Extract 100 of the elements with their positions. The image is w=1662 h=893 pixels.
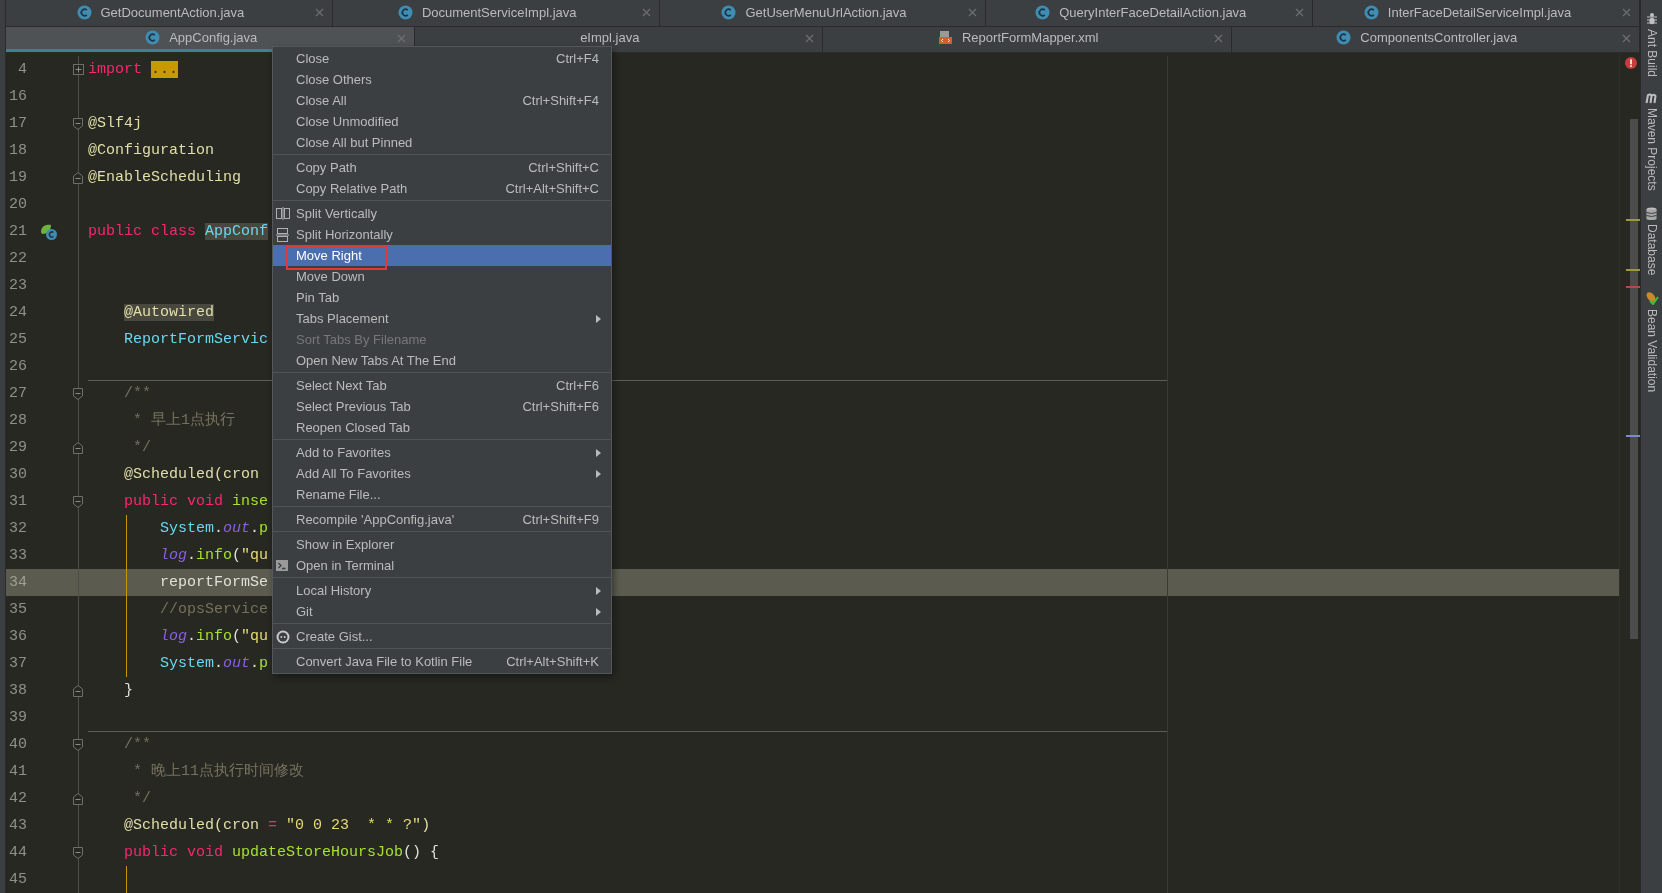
scroll-marker[interactable] [1626, 435, 1640, 437]
menu-item[interactable]: Rename File... [273, 484, 611, 505]
menu-item[interactable]: Move Down [273, 266, 611, 287]
close-icon[interactable] [1622, 8, 1631, 18]
line-number: 33 [8, 546, 28, 566]
code-line: log.info("qu [159, 626, 269, 647]
scrollbar-thumb[interactable] [1630, 119, 1638, 639]
xml-file-icon [937, 29, 953, 45]
menu-item[interactable]: Open in Terminal [273, 555, 611, 576]
code-line: public void updateStoreHoursJob() { [123, 842, 440, 863]
menu-item[interactable]: Close Unmodified [273, 111, 611, 132]
close-icon[interactable] [1213, 33, 1223, 43]
menu-item[interactable]: Convert Java File to Kotlin File Ctrl+Alt+Shift+K [273, 651, 611, 672]
close-icon[interactable] [314, 8, 324, 18]
fold-start-icon[interactable] [71, 737, 85, 752]
menu-item[interactable]: Create Gist... [273, 626, 611, 647]
fold-end-icon[interactable] [71, 170, 85, 185]
line-number: 43 [8, 816, 28, 836]
menu-item[interactable]: Select Next Tab Ctrl+F6 [273, 375, 611, 396]
menu-item[interactable]: Copy Relative Path Ctrl+Alt+Shift+C [273, 178, 611, 199]
menu-item[interactable]: Move Right [273, 245, 611, 266]
editor-tab[interactable]: GetDocumentAction.java [6, 0, 333, 26]
menu-item[interactable]: Select Previous Tab Ctrl+Shift+F6 [273, 396, 611, 417]
editor-tab[interactable]: InterFaceDetailServiceImpl.java [1313, 0, 1640, 26]
menu-item[interactable]: Add All To Favorites [273, 463, 611, 484]
class-icon [721, 5, 737, 21]
menu-item[interactable]: Git [273, 601, 611, 622]
line-number: 29 [8, 438, 28, 458]
menu-item[interactable]: Split Vertically [273, 203, 611, 224]
code-line: @Slf4j [88, 113, 142, 134]
fold-end-icon[interactable] [71, 683, 85, 698]
close-icon[interactable] [805, 33, 814, 43]
expand-icon[interactable] [71, 62, 85, 77]
tool-window-button[interactable]: Bean Validation [1644, 291, 1659, 393]
line-number: 32 [8, 519, 28, 539]
menu-item[interactable]: Tabs Placement [273, 308, 611, 329]
line-number: 28 [8, 411, 28, 431]
code-line: } [123, 680, 134, 701]
line-number: 42 [8, 789, 28, 809]
code-line: public class AppConf [88, 221, 269, 242]
close-icon[interactable] [1295, 8, 1305, 18]
close-icon[interactable] [968, 8, 978, 18]
bean-class-icon[interactable] [39, 222, 59, 241]
code-line: * 早上1点执行 [132, 410, 236, 431]
menu-item[interactable]: Reopen Closed Tab [273, 417, 611, 438]
tool-window-button[interactable]: Database [1644, 206, 1659, 276]
line-number: 4 [17, 60, 28, 80]
code-line: //opsService [159, 599, 269, 620]
editor-tab[interactable]: ReportFormMapper.xml [823, 26, 1232, 52]
line-number: 23 [8, 276, 28, 296]
m-icon [1644, 93, 1659, 105]
fold-end-icon[interactable] [71, 440, 85, 455]
fold-start-icon[interactable] [71, 116, 85, 131]
line-number: 39 [8, 708, 28, 728]
fold-start-icon[interactable] [71, 845, 85, 860]
line-number: 27 [8, 384, 28, 404]
scroll-marker[interactable] [1626, 269, 1640, 271]
line-number: 22 [8, 249, 28, 269]
menu-item[interactable]: Split Horizontally [273, 224, 611, 245]
tool-window-button[interactable]: Maven Projects [1644, 93, 1659, 191]
fold-start-icon[interactable] [71, 494, 85, 509]
close-icon[interactable] [641, 8, 651, 18]
menu-item[interactable]: Close All Ctrl+Shift+F4 [273, 90, 611, 111]
shortcut-text: Ctrl+F6 [556, 378, 599, 393]
menu-item[interactable]: Local History [273, 580, 611, 601]
close-icon[interactable] [1622, 33, 1631, 43]
close-icon[interactable] [396, 33, 406, 43]
fold-end-icon[interactable] [71, 791, 85, 806]
code-line: ReportFormServic [123, 329, 269, 350]
line-number: 25 [8, 330, 28, 350]
line-number: 21 [8, 222, 28, 242]
menu-item[interactable]: Add to Favorites [273, 442, 611, 463]
shortcut-text: Ctrl+Alt+Shift+K [506, 654, 599, 669]
menu-item[interactable]: Recompile 'AppConfig.java' Ctrl+Shift+F9 [273, 509, 611, 530]
class-icon [1363, 5, 1379, 21]
code-line: @Scheduled(cron = "0 0 23 * * ?") [123, 815, 431, 836]
line-number: 41 [8, 762, 28, 782]
menu-item[interactable]: Close All but Pinned [273, 132, 611, 153]
class-icon [76, 5, 92, 21]
code-line: * 晚上11点执行时间修改 [132, 761, 305, 782]
editor-tab[interactable]: DocumentServiceImpl.java [332, 0, 660, 26]
menu-item[interactable]: Pin Tab [273, 287, 611, 308]
split-vertical-icon [276, 207, 290, 220]
error-icon[interactable] [1625, 57, 1637, 69]
fold-start-icon[interactable] [71, 386, 85, 401]
code-line: @EnableScheduling [88, 167, 242, 188]
scroll-marker[interactable] [1626, 219, 1640, 221]
code-line: reportFormSe [159, 572, 269, 593]
code-line: @Scheduled(cron [123, 464, 260, 485]
editor-tab[interactable]: GetUserMenuUrlAction.java [659, 0, 987, 26]
scroll-marker[interactable] [1626, 286, 1640, 288]
menu-item[interactable]: Show in Explorer [273, 534, 611, 555]
shortcut-text: Ctrl+F4 [556, 51, 599, 66]
tool-window-button[interactable]: Ant Build [1644, 12, 1659, 78]
line-number: 20 [8, 195, 28, 215]
menu-item[interactable]: Open New Tabs At The End [273, 350, 611, 371]
menu-item[interactable]: Copy Path Ctrl+Shift+C [273, 157, 611, 178]
menu-item[interactable]: Close Others [273, 69, 611, 90]
round-badge-icon [276, 629, 290, 644]
editor-tab[interactable]: QueryInterFaceDetailAction.java [986, 0, 1314, 26]
